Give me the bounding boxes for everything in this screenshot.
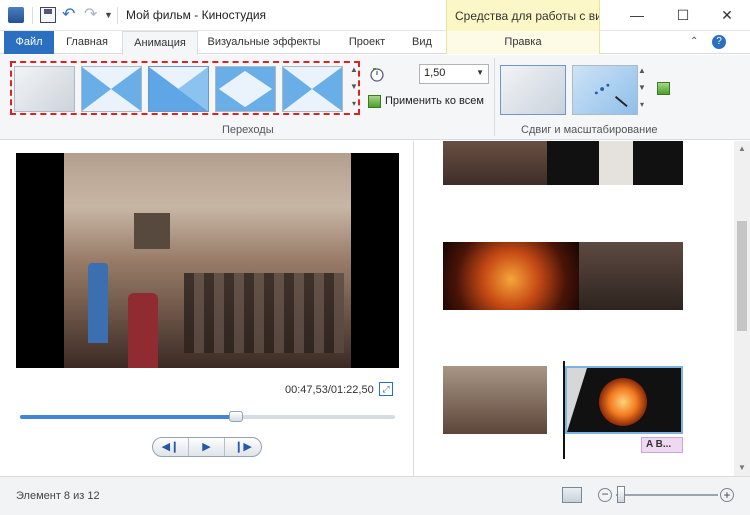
window-title: Мой фильм - Киностудия: [126, 8, 267, 22]
transition-x-thumb[interactable]: [282, 66, 343, 112]
chevron-down-icon: ▼: [476, 68, 484, 77]
duration-select[interactable]: 1,50 ▼: [419, 64, 489, 84]
caption-chip[interactable]: A B...: [641, 437, 683, 453]
clip-detail: [599, 378, 647, 426]
photo-detail: [134, 213, 170, 249]
scrollbar-thumb[interactable]: [737, 221, 747, 331]
redo-icon[interactable]: ↷: [84, 7, 100, 23]
apply-all-icon: [368, 95, 381, 108]
tab-animation[interactable]: Анимация: [122, 31, 198, 55]
storyboard-clip-selected[interactable]: [565, 366, 683, 434]
zoom-out-button[interactable]: −: [598, 488, 612, 502]
tab-edit[interactable]: Правка: [446, 31, 600, 54]
next-frame-button[interactable]: ❙▶: [225, 438, 261, 456]
seek-bar[interactable]: [20, 411, 395, 422]
duration-value: 1,50: [424, 67, 446, 79]
storyboard-clip[interactable]: [443, 141, 547, 185]
storyboard-clip[interactable]: [579, 242, 683, 310]
undo-icon[interactable]: ↶: [62, 7, 78, 23]
ribbon: ▲ ▼ ▾ Переходы 1,50 ▼ Применить ко всем ▲ ▼…: [0, 55, 750, 140]
thumbnail-size-icon[interactable]: [562, 487, 582, 503]
transition-diagonal-thumb[interactable]: [148, 66, 209, 112]
qat-separator: [32, 7, 33, 24]
previous-frame-button[interactable]: ◀❙: [153, 438, 189, 456]
app-icon[interactable]: [8, 7, 24, 23]
photo-detail: [88, 263, 108, 343]
transition-marker: [567, 368, 587, 432]
gallery-scroll[interactable]: ▲ ▼ ▾: [348, 61, 360, 115]
storyboard: A B...: [415, 141, 735, 476]
title-bar: ↶ ↷ ▼ Мой фильм - Киностудия Средства дл…: [0, 0, 750, 31]
transition-none-thumb[interactable]: [14, 66, 75, 112]
apply-to-all-label: Применить ко всем: [385, 95, 484, 107]
zoom-slider-thumb[interactable]: [617, 486, 625, 503]
pan-zoom-effect-thumb[interactable]: [572, 65, 638, 115]
scroll-up-icon[interactable]: ▲: [734, 141, 750, 157]
zoom-in-button[interactable]: +: [720, 488, 734, 502]
transport-controls: ◀❙ ▶ ❙▶: [152, 437, 262, 457]
storyboard-clip[interactable]: [547, 141, 683, 185]
storyboard-scrollbar[interactable]: ▲ ▼: [734, 141, 750, 476]
tab-project[interactable]: Проект: [334, 31, 400, 54]
preview-photo: [64, 153, 351, 368]
pan-zoom-none-thumb[interactable]: [500, 65, 566, 115]
transitions-group-label: Переходы: [222, 124, 274, 136]
status-bar: Элемент 8 из 12 − +: [0, 476, 750, 515]
tab-view[interactable]: Вид: [404, 31, 440, 54]
storyboard-clip[interactable]: [443, 242, 579, 310]
pan-zoom-scroll[interactable]: ▲ ▼ ▾: [636, 62, 648, 114]
tab-home[interactable]: Главная: [56, 31, 118, 54]
tab-visual-effects[interactable]: Визуальные эффекты: [202, 31, 326, 54]
play-button[interactable]: ▶: [189, 438, 225, 456]
ribbon-divider: [494, 58, 495, 136]
photo-detail: [128, 293, 158, 368]
storyboard-clip[interactable]: [443, 366, 547, 434]
transition-cross-thumb[interactable]: [81, 66, 142, 112]
pan-apply-all-icon[interactable]: [657, 82, 670, 95]
ribbon-tabs: Файл Главная Анимация Визуальные эффекты…: [0, 31, 750, 55]
preview-pane: 00:47,53/01:22,50 ⤢ ◀❙ ▶ ❙▶: [0, 141, 414, 476]
seek-thumb[interactable]: [228, 411, 243, 422]
duration-icon: [369, 66, 385, 82]
seek-progress: [20, 415, 236, 419]
preview-video[interactable]: [16, 153, 399, 368]
maximize-button[interactable]: ☐: [660, 0, 706, 31]
context-tab-header: Средства для работы с ви...: [446, 0, 600, 31]
zoom-slider[interactable]: [616, 494, 718, 496]
clip-detail: [599, 141, 633, 185]
qat-separator: [117, 7, 118, 24]
transition-diamond-thumb[interactable]: [215, 66, 276, 112]
pan-zoom-group-label: Сдвиг и масштабирование: [521, 124, 658, 136]
scroll-down-icon[interactable]: ▼: [734, 460, 750, 476]
minimize-button[interactable]: —: [614, 0, 660, 31]
timecode: 00:47,53/01:22,50: [285, 384, 374, 396]
fullscreen-icon[interactable]: ⤢: [379, 382, 393, 396]
save-icon[interactable]: [40, 7, 56, 23]
chevron-up-icon[interactable]: ⌃: [690, 36, 698, 47]
tab-file[interactable]: Файл: [4, 31, 54, 54]
close-button[interactable]: ✕: [704, 0, 750, 31]
transitions-gallery: [10, 61, 360, 115]
element-status: Элемент 8 из 12: [16, 490, 100, 502]
photo-detail: [184, 273, 344, 353]
help-icon[interactable]: ?: [712, 35, 726, 49]
